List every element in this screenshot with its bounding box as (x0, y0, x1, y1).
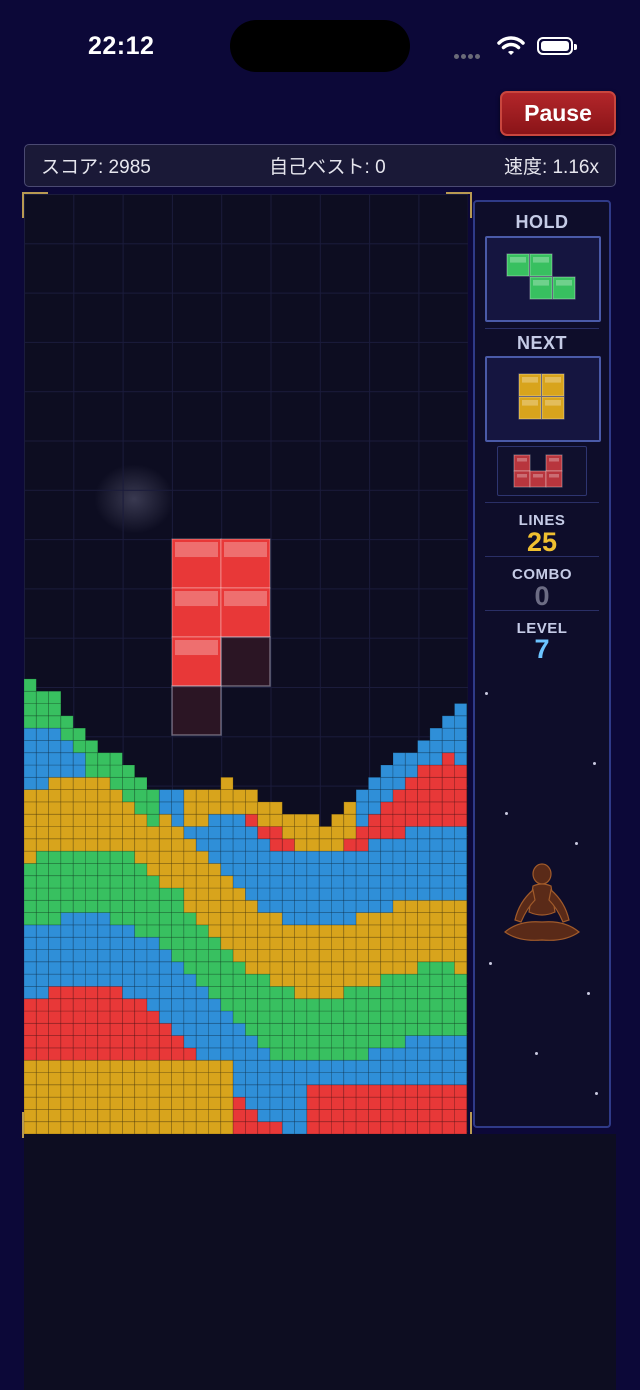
speed-text: 速度: 1.16x (503, 157, 599, 178)
wifi-icon (497, 35, 525, 62)
next-block (541, 373, 565, 397)
board-floor (24, 1134, 616, 1390)
score-text: スコア: 2985 (41, 157, 151, 178)
signal-icon (454, 46, 482, 64)
game-board[interactable] (24, 194, 468, 1134)
next-block (518, 396, 542, 420)
status-bar: 22:12 (0, 0, 640, 90)
active-block (171, 636, 222, 687)
hold-block (529, 253, 553, 277)
divider (485, 610, 599, 611)
score-bar: スコア: 2985 自己ベスト: 0 速度: 1.16x (24, 144, 616, 187)
divider (485, 328, 599, 329)
active-block (220, 587, 271, 638)
divider (485, 502, 599, 503)
board-corner-tl (22, 192, 48, 218)
hold-block (506, 253, 530, 277)
active-block (171, 538, 222, 589)
board-canvas (24, 194, 468, 1134)
queue-block (529, 470, 547, 488)
divider (485, 556, 599, 557)
pause-button[interactable]: Pause (500, 91, 616, 136)
next-queue-box (497, 446, 587, 496)
active-piece (171, 538, 271, 736)
lines-value: 25 (526, 527, 558, 557)
active-block (220, 538, 271, 589)
next-piece-o (518, 373, 565, 420)
clock: 22:12 (88, 32, 155, 60)
board-corner-tr (446, 192, 472, 218)
dynamic-island (230, 20, 410, 72)
combo-value: 0 (534, 581, 550, 611)
next-block (541, 396, 565, 420)
active-block (171, 587, 222, 638)
next-box (485, 356, 601, 442)
hold-block (552, 276, 576, 300)
meditation-figure-icon (504, 863, 580, 941)
hold-label: HOLD (515, 212, 569, 232)
ghost-block (220, 636, 271, 687)
next-label: NEXT (516, 333, 567, 353)
personal-best-text: 自己ベスト: 0 (269, 157, 386, 178)
queue-block (545, 454, 563, 472)
queued-piece-t (513, 454, 563, 488)
level-value: 7 (534, 634, 550, 664)
queue-block (545, 470, 563, 488)
battery-icon (537, 37, 577, 55)
queue-block (513, 470, 531, 488)
side-panel: HOLD NEXT LINES 25 COMBO 0 LEVEL 7 (473, 200, 611, 1128)
hold-block (529, 276, 553, 300)
next-block (518, 373, 542, 397)
hold-piece-z (506, 253, 576, 300)
hold-box[interactable] (485, 236, 601, 322)
stacked-blocks (24, 678, 468, 1134)
ghost-block (171, 685, 222, 736)
queue-block (513, 454, 531, 472)
